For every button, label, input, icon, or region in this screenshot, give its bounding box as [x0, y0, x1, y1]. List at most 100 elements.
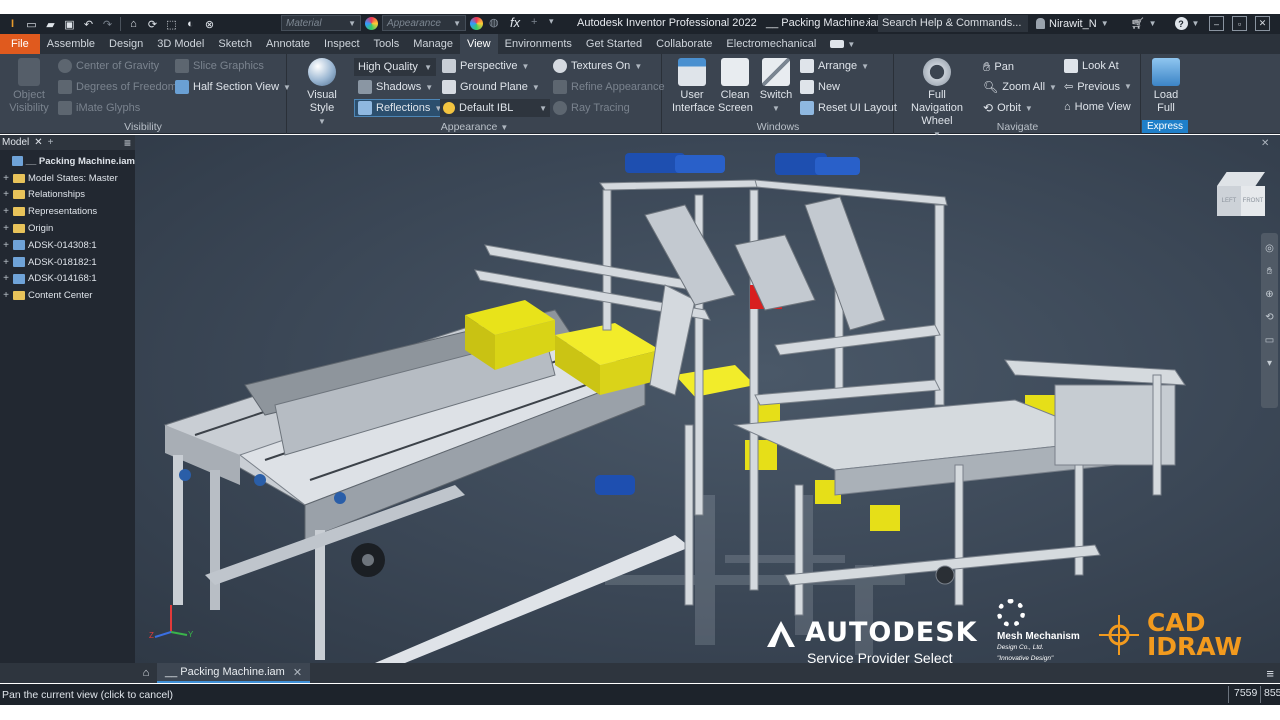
clean-screen-button[interactable]: Clean Screen — [717, 58, 753, 115]
close-icon[interactable]: ✕ — [34, 137, 42, 148]
ray-tracing-button[interactable]: Ray Tracing — [553, 101, 630, 115]
cart-icon[interactable]: 🛒︎ — [1131, 17, 1145, 30]
tab-view[interactable]: View — [459, 34, 498, 54]
previous-view-button[interactable]: ⇦ Previous ▼ — [1064, 80, 1132, 94]
open-folder-icon[interactable]: ▰ — [42, 16, 59, 32]
tab-design[interactable]: Design — [102, 34, 150, 54]
update-icon[interactable]: ⟳ — [144, 16, 161, 32]
add-tab-icon[interactable]: + — [48, 137, 54, 148]
hamburger-menu-icon[interactable]: ≡ — [124, 136, 131, 150]
tab-assemble[interactable]: Assemble — [40, 34, 102, 54]
customize-qat-icon[interactable]: ▾ — [549, 16, 554, 27]
pan-icon[interactable]: ✋︎ — [1267, 266, 1273, 277]
clear-appearance-icon[interactable]: ◍ — [489, 16, 499, 29]
home-icon[interactable]: ⌂ — [135, 663, 157, 683]
object-visibility-button[interactable]: Object Visibility — [6, 58, 52, 115]
inventor-logo-icon[interactable]: I — [4, 16, 21, 32]
save-icon[interactable]: ▣ — [61, 16, 78, 32]
browser-item[interactable]: + Relationships — [0, 187, 135, 204]
viewcube-left-face[interactable]: LEFT — [1217, 186, 1241, 216]
add-icon[interactable]: + — [531, 16, 537, 28]
expand-icon[interactable]: + — [2, 273, 10, 284]
look-at-icon[interactable]: ▭ — [1265, 335, 1274, 346]
zoom-all-button[interactable]: 🔍︎ Zoom All ▼ — [983, 80, 1057, 94]
document-tab[interactable]: __ Packing Machine.iam ✕ — [157, 663, 311, 683]
reset-ui-layout-button[interactable]: Reset UI Layout — [800, 101, 897, 115]
material-dropdown[interactable]: Material ▼ — [281, 15, 361, 31]
close-icon[interactable]: ✕ — [1261, 138, 1269, 149]
browser-item[interactable]: + Origin — [0, 220, 135, 237]
tab-3d-model[interactable]: 3D Model — [150, 34, 211, 54]
expand-icon[interactable]: + — [2, 290, 10, 301]
default-ibl-dropdown[interactable]: Default IBL ▼ — [440, 99, 550, 117]
half-section-view-button[interactable]: Half Section View ▼ — [175, 80, 291, 94]
high-quality-dropdown[interactable]: High Quality ▼ — [354, 58, 436, 76]
browser-item[interactable]: + Representations — [0, 203, 135, 220]
tab-manage[interactable]: Manage — [406, 34, 460, 54]
tab-overflow-icon[interactable]: ▼ — [823, 34, 862, 54]
orbit-icon[interactable]: ⟲ — [1265, 312, 1273, 323]
new-file-icon[interactable]: ▭ — [23, 16, 40, 32]
color-icon[interactable]: ◐ — [182, 16, 199, 32]
browser-tab-model[interactable]: Model — [2, 137, 29, 148]
refine-appearance-button[interactable]: Refine Appearance — [553, 80, 665, 94]
steering-wheel-icon[interactable]: ◎ — [1265, 243, 1274, 254]
document-menu-icon[interactable]: ≡ — [1266, 666, 1274, 681]
home-view-button[interactable]: ⌂ Home View — [1064, 101, 1131, 113]
undo-icon[interactable]: ↶ — [80, 16, 97, 32]
search-chevron-icon[interactable]: › — [866, 17, 869, 28]
tab-sketch[interactable]: Sketch — [211, 34, 259, 54]
imate-glyphs-button[interactable]: iMate Glyphs — [58, 101, 140, 115]
expand-icon[interactable]: + — [2, 173, 10, 184]
color-override-icon[interactable] — [470, 17, 483, 30]
load-full-button[interactable]: Load Full — [1144, 58, 1188, 115]
browser-item[interactable]: + ADSK-018182:1 — [0, 254, 135, 271]
reflections-button[interactable]: Reflections ▼ — [354, 99, 447, 117]
appearance-dropdown[interactable]: Appearance ▼ — [382, 15, 466, 31]
tab-inspect[interactable]: Inspect — [317, 34, 366, 54]
shadows-button[interactable]: Shadows ▼ — [358, 80, 433, 94]
switch-button[interactable]: Switch ▼ — [757, 58, 795, 115]
viewcube-top-face[interactable] — [1217, 172, 1265, 186]
user-interface-button[interactable]: User Interface — [671, 58, 715, 115]
viewcube-front-face[interactable]: FRONT — [1241, 186, 1265, 216]
help-icon[interactable]: ? — [1174, 17, 1188, 30]
perspective-button[interactable]: Perspective ▼ — [442, 59, 529, 73]
tab-file[interactable]: File — [0, 34, 40, 54]
new-window-button[interactable]: New — [800, 80, 840, 94]
tab-environments[interactable]: Environments — [498, 34, 579, 54]
visual-style-button[interactable]: Visual Style ▼ — [294, 58, 350, 128]
graphics-viewport[interactable]: Z Y LEFT FRONT ◎ ✋︎ ⊕ ⟲ ▭ ▾ ✕ AUTODESK S… — [135, 135, 1280, 663]
tab-tools[interactable]: Tools — [367, 34, 407, 54]
arrange-button[interactable]: Arrange ▼ — [800, 59, 869, 73]
zoom-icon[interactable]: ⊕ — [1265, 289, 1273, 300]
expand-icon[interactable]: + — [2, 223, 10, 234]
browser-item[interactable]: + Content Center — [0, 287, 135, 304]
expand-icon[interactable]: + — [2, 189, 10, 200]
user-menu[interactable]: Nirawit_N ▼ 🛒︎ ▼ ? ▼ — [1036, 17, 1199, 30]
tab-electromechanical[interactable]: Electromechanical — [719, 34, 823, 54]
expand-icon[interactable]: + — [2, 206, 10, 217]
minimize-button[interactable]: – — [1209, 16, 1224, 31]
look-at-button[interactable]: Look At — [1064, 59, 1119, 73]
viewcube[interactable]: LEFT FRONT — [1217, 172, 1265, 216]
tab-annotate[interactable]: Annotate — [259, 34, 317, 54]
maximize-button[interactable]: ▫ — [1232, 16, 1247, 31]
tab-get-started[interactable]: Get Started — [579, 34, 649, 54]
expand-icon[interactable]: + — [2, 240, 10, 251]
expand-icon[interactable]: + — [2, 257, 10, 268]
nav-bar-options-icon[interactable]: ▾ — [1267, 358, 1272, 369]
browser-item[interactable]: + ADSK-014168:1 — [0, 271, 135, 288]
browser-item[interactable]: __ Packing Machine.iam — [0, 153, 135, 170]
slice-graphics-button[interactable]: Slice Graphics — [175, 59, 264, 73]
browser-item[interactable]: + Model States: Master — [0, 170, 135, 187]
browser-item[interactable]: + ADSK-014308:1 — [0, 237, 135, 254]
orbit-button[interactable]: ⟲ Orbit ▼ — [983, 101, 1033, 115]
appearance-panel-title[interactable]: Appearance ▼ — [288, 121, 661, 133]
home-icon[interactable]: ⌂ — [125, 16, 142, 32]
ground-plane-button[interactable]: Ground Plane ▼ — [442, 80, 540, 94]
redo-icon[interactable]: ↷ — [99, 16, 116, 32]
textures-on-button[interactable]: Textures On ▼ — [553, 59, 642, 73]
close-button[interactable]: ✕ — [1255, 16, 1270, 31]
search-input[interactable]: Search Help & Commands... — [878, 15, 1028, 32]
